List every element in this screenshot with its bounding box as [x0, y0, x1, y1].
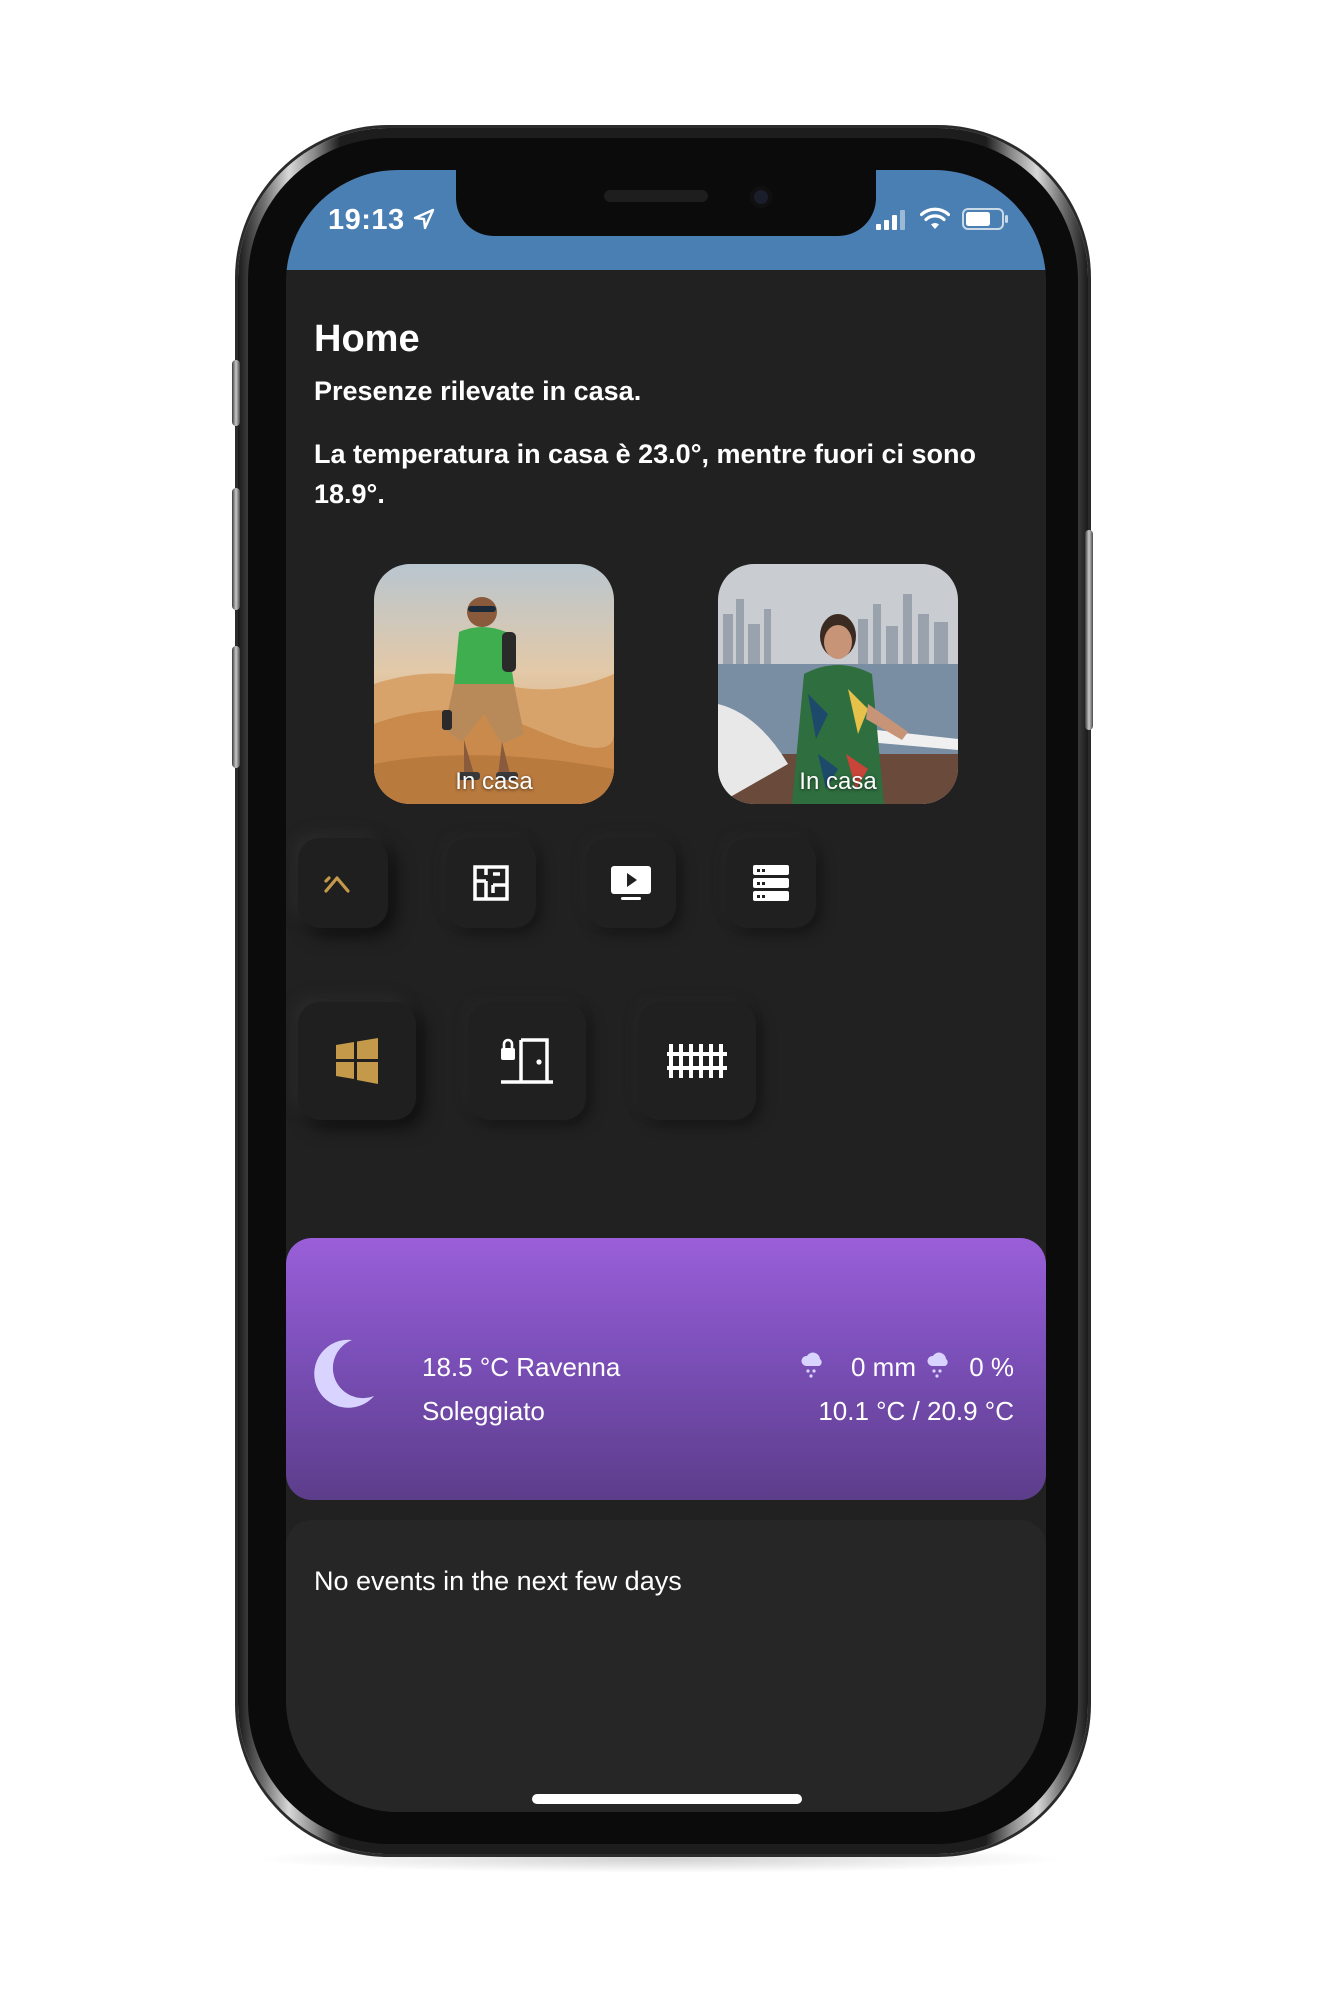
volume-down-button	[232, 646, 240, 768]
home-indicator[interactable]	[532, 1794, 802, 1804]
weather-temp-location: 18.5 °C Ravenna	[422, 1352, 621, 1382]
battery-icon	[962, 208, 1008, 230]
temperature-text: La temperatura in casa è 23.0°, mentre f…	[314, 439, 977, 509]
fence-gate-icon	[667, 1044, 727, 1078]
front-camera	[750, 186, 772, 208]
weather-precipitation-group	[800, 1352, 824, 1380]
weather-min-max: 10.1 °C / 20.9 °C	[818, 1396, 1014, 1426]
notch	[456, 170, 876, 236]
weather-precip-probability: 0 %	[969, 1352, 1014, 1382]
windows-icon	[336, 1038, 378, 1084]
phone-screen: 19:13 Home Presenze rilevate in casa. La…	[286, 170, 1046, 1812]
calendar-card: No events in the next few days	[286, 1520, 1046, 1812]
server-icon	[753, 865, 789, 901]
control-tile-gate[interactable]	[638, 1002, 756, 1120]
nav-tile-floorplan[interactable]	[446, 838, 536, 928]
nav-tile-home[interactable]	[298, 838, 388, 928]
home-roof-icon	[324, 876, 350, 893]
volume-up-button	[232, 488, 240, 610]
person-status-1: In casa	[455, 768, 533, 795]
person-card-1[interactable]: In casa	[374, 564, 614, 804]
control-tile-windows[interactable]	[298, 1002, 416, 1120]
person-status-2: In casa	[799, 768, 877, 795]
status-time: 19:13	[328, 204, 435, 237]
presence-text: Presenze rilevate in casa.	[314, 376, 642, 406]
weather-precipitation: 0 mm	[851, 1352, 916, 1382]
status-bar: 19:13	[286, 170, 1046, 270]
weather-probability-group	[926, 1352, 950, 1380]
person-card-2[interactable]: In casa	[718, 564, 958, 804]
weather-condition: Soleggiato	[422, 1396, 545, 1426]
location-arrow-icon	[413, 204, 435, 236]
calendar-empty-text: No events in the next few days	[314, 1566, 682, 1596]
door-lock-icon	[501, 1038, 553, 1084]
television-play-icon	[611, 866, 651, 900]
moon-icon	[314, 1339, 374, 1408]
weather-card[interactable]: 18.5 °C Ravenna Soleggiato 0 mm 0 % 10.1…	[286, 1238, 1046, 1500]
cellular-signal-icon	[876, 210, 905, 230]
control-tile-door[interactable]	[468, 1002, 586, 1120]
power-button	[1085, 530, 1093, 730]
nav-tile-server[interactable]	[726, 838, 816, 928]
floor-plan-icon	[473, 865, 509, 901]
wifi-icon	[920, 207, 950, 229]
nav-tile-media[interactable]	[586, 838, 676, 928]
status-icons	[876, 204, 1016, 234]
speaker-grille	[604, 190, 708, 202]
mute-switch	[232, 360, 240, 426]
page-title: Home	[314, 318, 420, 360]
cloud-rain-icon	[801, 1352, 822, 1378]
cloud-rain-icon	[927, 1352, 948, 1378]
